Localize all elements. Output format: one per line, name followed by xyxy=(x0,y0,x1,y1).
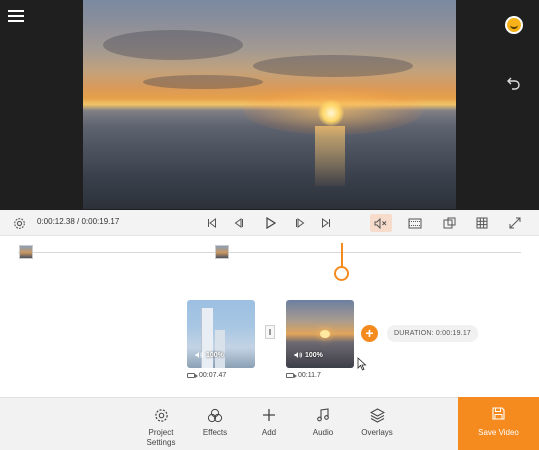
plus-icon xyxy=(241,406,297,424)
player-toolbar: 0:00:12.38 / 0:00:19.17 xyxy=(0,210,539,236)
clip-volume-2[interactable]: 100% xyxy=(294,351,323,359)
mute-icon[interactable] xyxy=(370,214,392,232)
audio-button[interactable]: Audio xyxy=(295,406,351,438)
undo-icon[interactable] xyxy=(504,76,524,96)
skip-start-icon[interactable] xyxy=(203,214,221,232)
project-settings-button[interactable]: Project Settings xyxy=(133,406,189,448)
music-note-icon xyxy=(295,406,351,424)
video-preview[interactable] xyxy=(83,0,456,209)
effects-label: Effects xyxy=(202,428,228,437)
overlays-button[interactable]: Overlays xyxy=(349,406,405,438)
video-camera-icon xyxy=(286,373,297,378)
volume-icon xyxy=(195,352,204,358)
play-icon[interactable] xyxy=(261,214,279,232)
clip-volume-label: 100% xyxy=(206,351,224,359)
timeline-track[interactable] xyxy=(18,252,521,253)
hamburger-menu-icon[interactable] xyxy=(8,10,24,24)
mouse-cursor-icon xyxy=(357,357,367,371)
preview-stage xyxy=(0,0,539,210)
video-editor-app: 0:00:12.38 / 0:00:19.17 100% 00:07.47 10… xyxy=(0,0,539,450)
clip-volume-1[interactable]: 100% xyxy=(195,351,224,359)
clip-marker-2[interactable] xyxy=(215,245,229,259)
timecode: 0:00:12.38 / 0:00:19.17 xyxy=(37,217,120,226)
clip-duration-1: 00:07.47 xyxy=(187,372,226,379)
audio-label: Audio xyxy=(312,428,334,437)
volume-icon xyxy=(294,352,303,358)
layers-icon xyxy=(349,406,405,424)
playhead-line xyxy=(341,243,343,267)
total-duration-label: DURATION: 0:00:19.17 xyxy=(387,325,479,342)
save-video-button[interactable]: Save Video xyxy=(458,397,539,450)
fullscreen-icon[interactable] xyxy=(506,214,524,232)
save-video-label: Save Video xyxy=(478,428,519,437)
project-settings-label: Project Settings xyxy=(146,428,176,447)
add-label: Add xyxy=(261,428,277,437)
add-clip-button[interactable]: + xyxy=(361,325,378,342)
step-back-icon[interactable] xyxy=(230,214,248,232)
clip-marker-1[interactable] xyxy=(19,245,33,259)
sun-in-video xyxy=(318,100,344,126)
add-button[interactable]: Add xyxy=(241,406,297,438)
skip-end-icon[interactable] xyxy=(317,214,335,232)
aspect-ratio-icon[interactable] xyxy=(440,214,458,232)
effects-button[interactable]: Effects xyxy=(187,406,243,438)
step-forward-icon[interactable] xyxy=(291,214,309,232)
clip-volume-label: 100% xyxy=(305,351,323,359)
clip-thumbnail-2[interactable]: 100% xyxy=(286,300,354,368)
effects-icon xyxy=(187,406,243,424)
grid-icon[interactable] xyxy=(473,214,491,232)
overlays-label: Overlays xyxy=(361,428,393,437)
playhead-handle[interactable] xyxy=(334,266,349,281)
avatar-emoji-icon[interactable] xyxy=(505,16,523,34)
filmstrip-icon[interactable] xyxy=(405,214,425,232)
gear-icon xyxy=(133,406,189,424)
transition-handle[interactable] xyxy=(265,325,275,339)
settings-icon[interactable] xyxy=(10,214,28,232)
clip-duration-2: 00:11.7 xyxy=(286,372,321,379)
video-camera-icon xyxy=(187,373,198,378)
clip-thumbnail-1[interactable]: 100% xyxy=(187,300,255,368)
save-disk-icon xyxy=(458,406,539,420)
clip-duration-label: 00:11.7 xyxy=(298,372,321,379)
clip-duration-label: 00:07.47 xyxy=(199,372,227,379)
